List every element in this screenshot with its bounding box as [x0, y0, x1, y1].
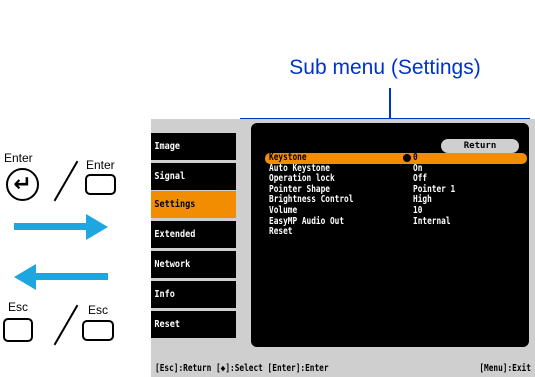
sidebar-item-image[interactable]: Image: [151, 133, 236, 160]
callout-line: [389, 88, 391, 118]
arrow-right-shaft: [14, 223, 88, 230]
esc-button-remote-icon: [3, 318, 33, 342]
enter-label-panel: Enter: [86, 158, 115, 172]
sidebar-item-signal[interactable]: Signal: [151, 163, 236, 190]
callout-label: Sub menu (Settings): [289, 56, 481, 79]
arrow-right-icon: [86, 214, 108, 240]
esc-label-panel: Esc: [88, 303, 109, 317]
status-bar-hints: [Esc]:Return [◆]:Select [Enter]:Enter: [155, 363, 329, 374]
esc-label-remote: Esc: [8, 300, 29, 314]
status-bar-exit: [Menu]:Exit: [479, 363, 531, 374]
status-bar: [Esc]:Return [◆]:Select [Enter]:Enter [M…: [151, 360, 535, 377]
setting-row-easymp-audio-out[interactable]: EasyMP Audio Out Internal: [265, 215, 527, 228]
setting-value: Internal: [413, 215, 451, 227]
arrow-left-shaft: [34, 273, 108, 280]
arrow-left-icon: [14, 264, 36, 290]
enter-button-remote-icon: ↵: [6, 168, 39, 201]
settings-list: Keystone 0 Auto Keystone On Operation lo…: [265, 152, 527, 238]
enter-glyph-icon: ↵: [13, 172, 32, 197]
divider-slash-esc: [53, 304, 79, 346]
setting-row-reset[interactable]: Reset: [265, 227, 527, 238]
sidebar-item-reset[interactable]: Reset: [151, 311, 236, 338]
sidebar-item-extended[interactable]: Extended: [151, 221, 236, 248]
sidebar-item-network[interactable]: Network: [151, 251, 236, 278]
sidebar-item-settings[interactable]: Settings: [151, 191, 236, 218]
setting-label: Reset: [269, 226, 293, 238]
divider-slash-enter: [53, 160, 79, 202]
setting-row-brightness-control[interactable]: Brightness Control High: [265, 195, 527, 206]
settings-panel: Return Keystone 0 Auto Keystone On Opera…: [251, 123, 529, 347]
adjust-icon: [403, 154, 411, 162]
enter-label-remote: Enter: [4, 151, 33, 165]
enter-button-panel-icon: [85, 174, 116, 195]
sidebar-item-info[interactable]: Info: [151, 281, 236, 308]
projector-menu: Image Signal Settings Extended Network I…: [151, 119, 535, 360]
esc-button-panel-icon: [82, 320, 114, 341]
return-button[interactable]: Return: [441, 139, 519, 153]
